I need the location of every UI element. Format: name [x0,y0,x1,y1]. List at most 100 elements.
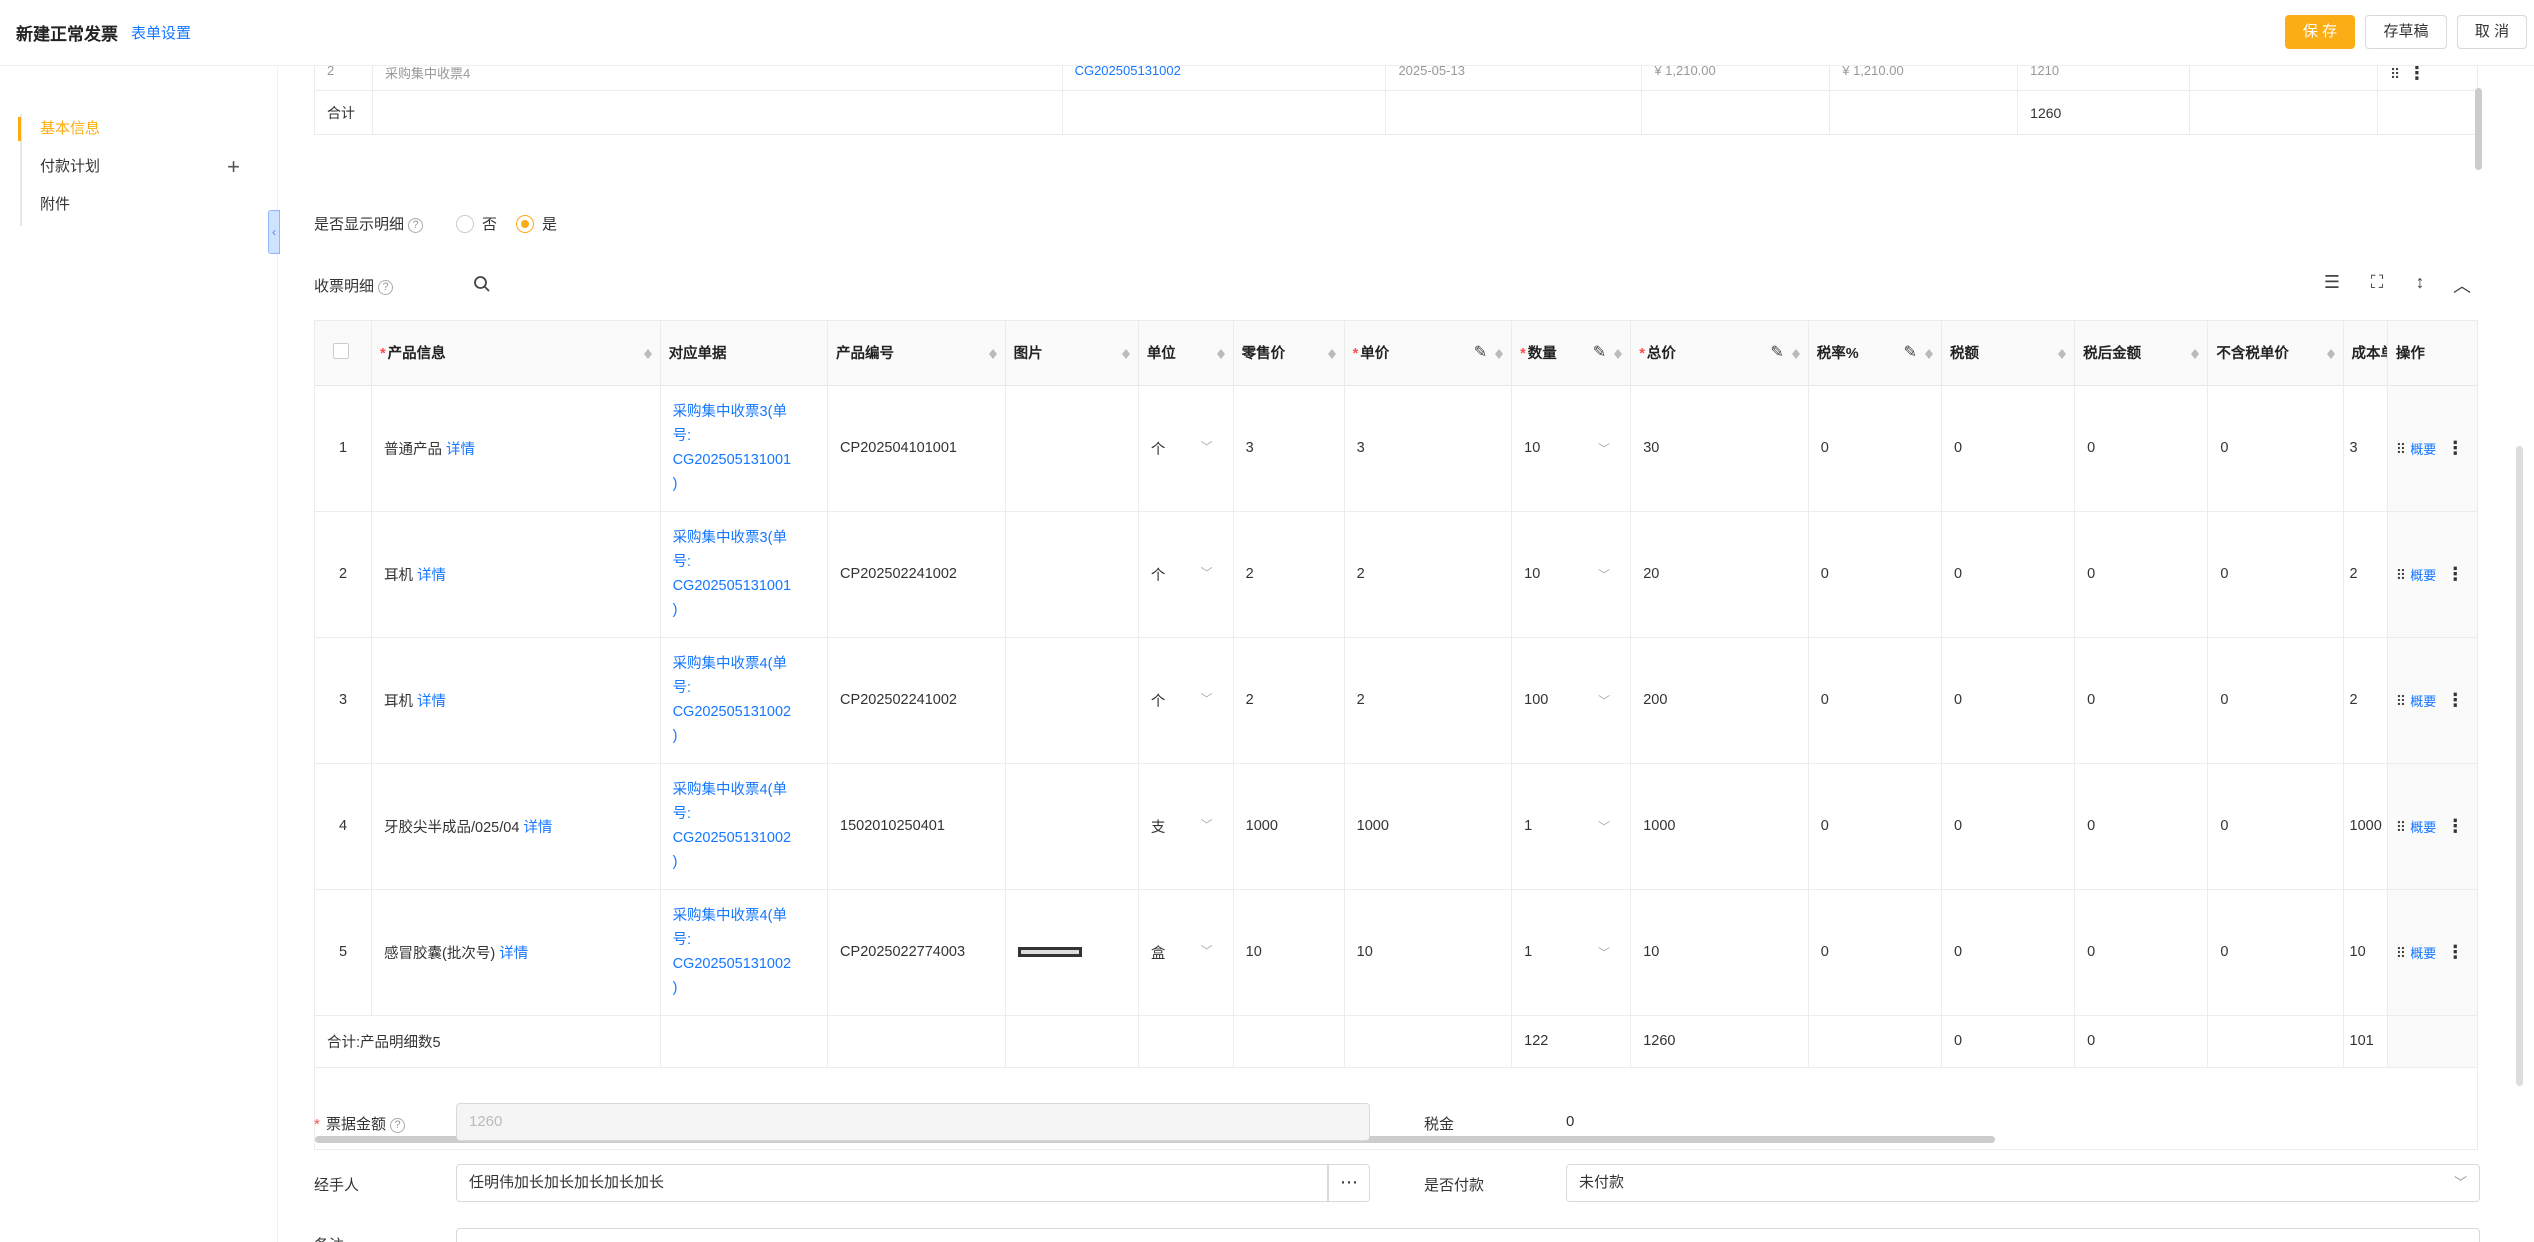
more-vertical-icon[interactable]: ⋮ [2446,816,2464,836]
column-product-code[interactable]: 产品编号 [827,321,1006,386]
summary-link[interactable]: 概要 [2410,946,2436,961]
search-icon[interactable] [473,275,491,293]
form-settings-link[interactable]: 表单设置 [131,22,191,43]
quantity-select[interactable]: 100 ﹀ [1511,637,1632,764]
remark-textarea[interactable] [456,1228,2480,1242]
chevron-left-icon[interactable]: ‹ [268,210,280,254]
total-price-input[interactable]: 30 [1630,385,1809,512]
unit-price-input[interactable]: 1000 [1344,763,1513,890]
unit-select[interactable]: 个 ﹀ [1138,511,1234,638]
column-tax[interactable]: 税额 [1941,321,2076,386]
row-height-icon[interactable]: ↕ [2408,272,2432,293]
product-detail-link[interactable]: 详情 [523,820,552,836]
unit-select[interactable]: 个 ﹀ [1138,637,1234,764]
column-quantity[interactable]: * 数量 ✎ [1511,321,1632,386]
unit-select[interactable]: 支 ﹀ [1138,763,1234,890]
unit-price-input[interactable]: 3 [1344,385,1513,512]
order-link[interactable]: CG202505131002 [1061,66,1387,91]
upper-table-scrollbar[interactable] [2475,88,2482,170]
quantity-select[interactable]: 1 ﹀ [1511,763,1632,890]
edit-icon[interactable]: ✎ [1593,342,1606,362]
tax-rate-input[interactable]: 0 [1808,385,1942,512]
summary-link[interactable]: 概要 [2410,694,2436,709]
paid-select[interactable]: 未付款 ﹀ [1566,1164,2480,1202]
order-link[interactable]: 采购集中收票4(单 号: CG202505131002) [673,904,797,1000]
sort-icon[interactable] [1924,345,1933,361]
more-vertical-icon[interactable]: ⋮ [2446,690,2464,710]
column-after-tax[interactable]: 税后金额 [2074,321,2209,386]
unit-select[interactable]: 个 ﹀ [1138,385,1234,512]
drag-handle-icon[interactable]: ⠿ [2396,441,2406,457]
vertical-scrollbar[interactable] [2516,446,2523,1086]
radio-yes[interactable] [516,215,534,233]
tax-rate-input[interactable]: 0 [1808,637,1942,764]
unit-price-input[interactable]: 2 [1344,637,1513,764]
quantity-select[interactable]: 1 ﹀ [1511,889,1632,1016]
order-link[interactable]: 采购集中收票4(单 号: CG202505131002) [673,778,797,874]
sort-icon[interactable] [2191,345,2200,361]
product-image[interactable] [1017,947,1082,958]
more-vertical-icon[interactable]: ⋮ [2446,942,2464,962]
total-price-input[interactable]: 10 [1630,889,1809,1016]
save-button[interactable]: 保 存 [2285,15,2355,49]
sidebar-item-payment-plan[interactable]: 付款计划 + [18,148,252,186]
fullscreen-icon[interactable]: ⛶ [2365,272,2389,293]
order-link[interactable]: 采购集中收票3(单 号: CG202505131001) [673,400,797,496]
edit-icon[interactable]: ✎ [1904,342,1917,362]
product-detail-link[interactable]: 详情 [417,568,446,584]
summary-link[interactable]: 概要 [2410,820,2436,835]
column-unit-price[interactable]: * 单价 ✎ [1344,321,1513,386]
sort-icon[interactable] [1327,345,1336,361]
total-price-input[interactable]: 20 [1630,511,1809,638]
tax-rate-input[interactable]: 0 [1808,763,1942,890]
column-settings-icon[interactable]: ☰ [2320,272,2344,293]
sort-icon[interactable] [1614,345,1623,361]
plus-icon[interactable]: + [227,148,240,186]
radio-no[interactable] [456,215,474,233]
cancel-button[interactable]: 取 消 [2457,15,2527,49]
summary-link[interactable]: 概要 [2410,442,2436,457]
tax-rate-input[interactable]: 0 [1808,511,1942,638]
product-detail-link[interactable]: 详情 [417,694,446,710]
tax-rate-input[interactable]: 0 [1808,889,1942,1016]
chevron-up-icon[interactable]: ︿ [2450,272,2474,298]
unit-select[interactable]: 盒 ﹀ [1138,889,1234,1016]
column-tax-rate[interactable]: 税率% ✎ [1808,321,1942,386]
drag-handle-icon[interactable]: ⠿ [2396,693,2406,709]
column-product-info[interactable]: * 产品信息 [371,321,661,386]
sort-icon[interactable] [2326,345,2335,361]
order-link[interactable]: 采购集中收票4(单 号: CG202505131002) [673,652,797,748]
sidebar-item-attachments[interactable]: 附件 [18,186,252,224]
summary-link[interactable]: 概要 [2410,568,2436,583]
sort-icon[interactable] [1495,345,1504,361]
quantity-select[interactable]: 10 ﹀ [1511,511,1632,638]
more-options-button[interactable]: ⋯ [1328,1164,1370,1202]
sort-icon[interactable] [1216,345,1225,361]
select-all-checkbox[interactable] [333,342,349,359]
sort-icon[interactable] [988,345,997,361]
product-detail-link[interactable]: 详情 [446,442,475,458]
column-retail-price[interactable]: 零售价 [1233,321,1345,386]
unit-price-input[interactable]: 2 [1344,511,1513,638]
handler-input[interactable]: 任明伟加长加长加长加长加长 [456,1164,1328,1202]
sort-icon[interactable] [643,345,652,361]
drag-handle-icon[interactable]: ⠿ [2396,567,2406,583]
sort-icon[interactable] [1121,345,1130,361]
edit-icon[interactable]: ✎ [1474,342,1487,362]
drag-handle-icon[interactable]: ⠿ [2396,945,2406,961]
sort-icon[interactable] [1791,345,1800,361]
column-unit[interactable]: 单位 [1138,321,1234,386]
sort-icon[interactable] [2058,345,2067,361]
edit-icon[interactable]: ✎ [1770,342,1783,362]
quantity-select[interactable]: 10 ﹀ [1511,385,1632,512]
total-price-input[interactable]: 200 [1630,637,1809,764]
more-vertical-icon[interactable]: ⋮ [2446,564,2464,584]
drag-handle-icon[interactable]: ⠿ [2396,819,2406,835]
amount-input[interactable]: 1260 [456,1103,1370,1141]
column-ex-tax-price[interactable]: 不含税单价 [2207,321,2344,386]
product-detail-link[interactable]: 详情 [499,946,528,962]
total-price-input[interactable]: 1000 [1630,763,1809,890]
sidebar-item-basic-info[interactable]: 基本信息 [18,110,252,148]
unit-price-input[interactable]: 10 [1344,889,1513,1016]
more-vertical-icon[interactable]: ⋮ [2446,438,2464,458]
